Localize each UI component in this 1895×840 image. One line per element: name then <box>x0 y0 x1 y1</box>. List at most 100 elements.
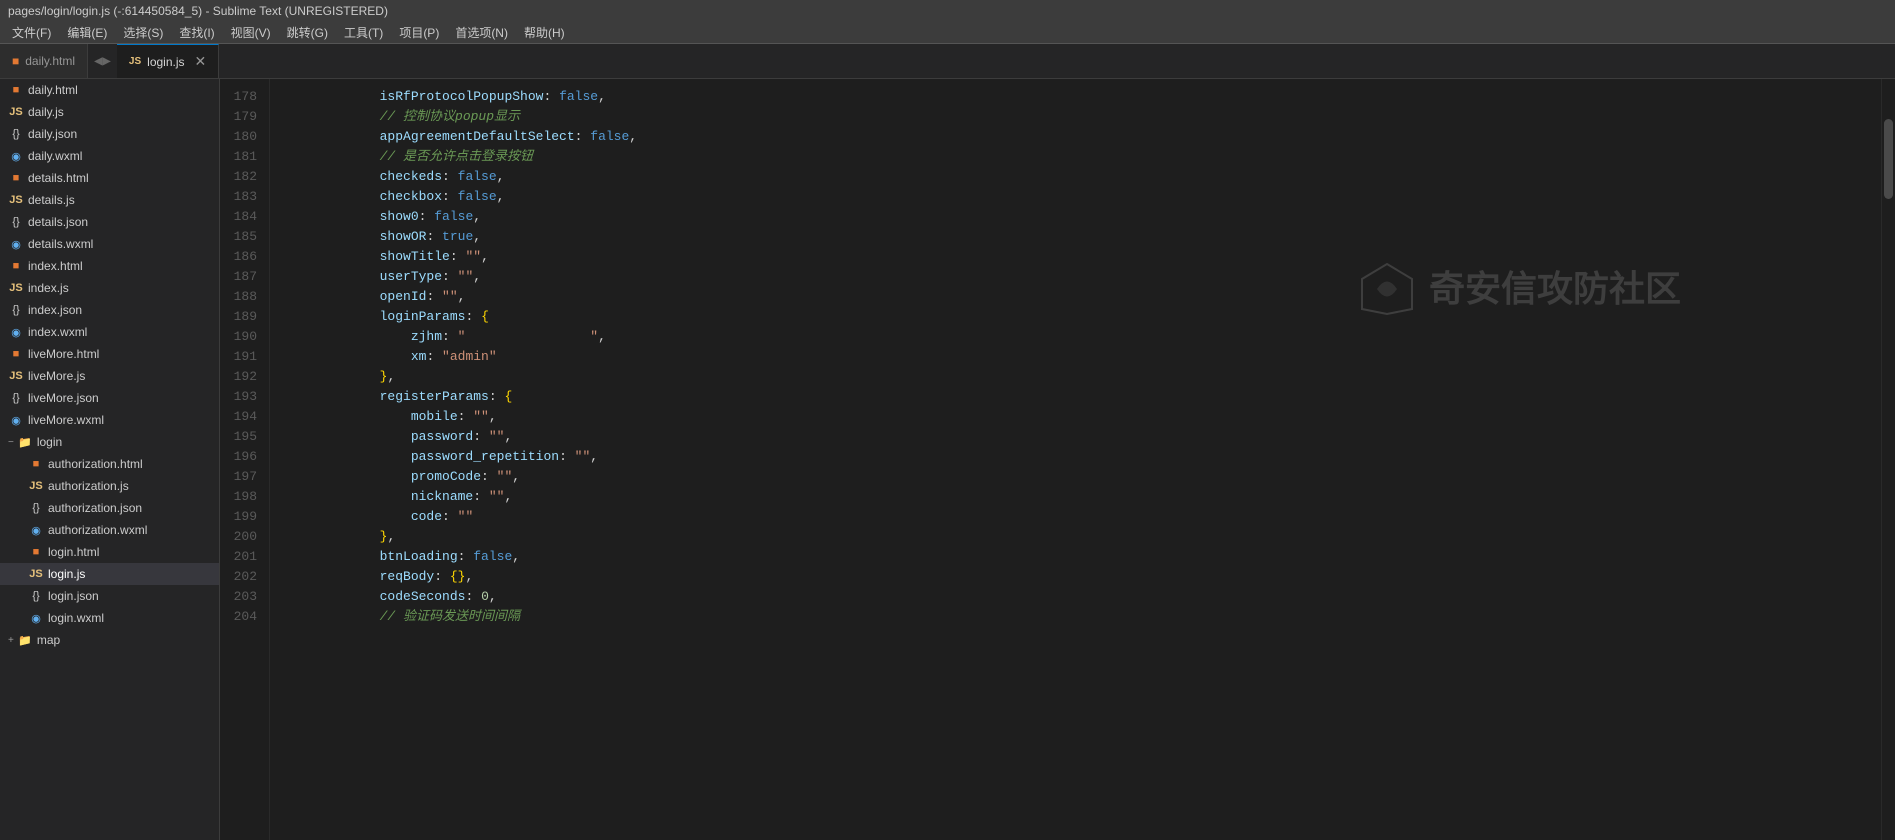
token-kw-punct: : <box>465 587 481 607</box>
tab-close-button[interactable]: ✕ <box>195 53 207 70</box>
sidebar-item-authorization-wxml[interactable]: ◉ authorization.wxml <box>0 519 219 541</box>
token-kw-punct: , <box>512 467 520 487</box>
token-kw-key: code <box>411 507 442 527</box>
sidebar-item-authorization-html[interactable]: ■ authorization.html <box>0 453 219 475</box>
token-kw-punct: , <box>504 487 512 507</box>
code-line-183: checkbox: false, <box>286 187 1865 207</box>
token-indent <box>286 347 411 367</box>
tab-label-daily-html: daily.html <box>25 54 75 68</box>
token-indent <box>286 227 380 247</box>
scrollbar[interactable] <box>1881 79 1895 840</box>
token-kw-key: registerParams <box>380 387 489 407</box>
menu-goto[interactable]: 跳转(G) <box>279 24 336 41</box>
sidebar-item-livemore-wxml[interactable]: ◉ liveMore.wxml <box>0 409 219 431</box>
sidebar-item-index-json[interactable]: {} index.json <box>0 299 219 321</box>
token-kw-key: loginParams <box>380 307 466 327</box>
token-kw-bool: false <box>559 87 598 107</box>
js-file-icon: JS <box>28 478 44 494</box>
menu-edit[interactable]: 编辑(E) <box>59 24 115 41</box>
token-kw-key: showOR <box>380 227 427 247</box>
wxml-file-icon: ◉ <box>28 522 44 538</box>
token-kw-brace: } <box>380 367 388 387</box>
code-line-187: userType: "", <box>286 267 1865 287</box>
sidebar-item-details-json[interactable]: {} details.json <box>0 211 219 233</box>
menu-help[interactable]: 帮助(H) <box>516 24 573 41</box>
menu-view[interactable]: 视图(V) <box>223 24 279 41</box>
menu-find[interactable]: 查找(I) <box>171 24 222 41</box>
sidebar-label: authorization.html <box>48 457 143 471</box>
token-kw-punct: , <box>497 187 505 207</box>
token-kw-key: codeSeconds <box>380 587 466 607</box>
sidebar-item-login-json[interactable]: {} login.json <box>0 585 219 607</box>
sidebar-folder-map[interactable]: + 📁 map <box>0 629 219 651</box>
sidebar-item-daily-html[interactable]: ■ daily.html <box>0 79 219 101</box>
sidebar-label: login.html <box>48 545 99 559</box>
sidebar-item-daily-wxml[interactable]: ◉ daily.wxml <box>0 145 219 167</box>
sidebar-item-livemore-json[interactable]: {} liveMore.json <box>0 387 219 409</box>
sidebar-item-authorization-js[interactable]: JS authorization.js <box>0 475 219 497</box>
sidebar-item-details-html[interactable]: ■ details.html <box>0 167 219 189</box>
title-bar: pages/login/login.js (-:614450584_5) - S… <box>0 0 1895 22</box>
token-indent <box>286 367 380 387</box>
token-indent <box>286 207 380 227</box>
token-kw-key: zjhm <box>411 327 442 347</box>
sidebar-item-livemore-js[interactable]: JS liveMore.js <box>0 365 219 387</box>
tab-nav-arrows[interactable]: ◀▶ <box>88 44 117 78</box>
token-kw-string: "" <box>489 487 505 507</box>
token-kw-key: btnLoading <box>380 547 458 567</box>
token-kw-punct: : <box>442 267 458 287</box>
sidebar-item-login-js[interactable]: JS login.js <box>0 563 219 585</box>
menu-project[interactable]: 项目(P) <box>391 24 447 41</box>
token-kw-punct: : <box>543 87 559 107</box>
main-layout: ■ daily.html JS daily.js {} daily.json ◉… <box>0 79 1895 840</box>
token-kw-punct: : <box>473 427 489 447</box>
token-kw-punct: : <box>419 207 435 227</box>
scrollbar-thumb[interactable] <box>1884 119 1893 199</box>
token-kw-punct: , <box>481 247 489 267</box>
tab-login-js[interactable]: JS login.js ✕ <box>117 44 219 78</box>
code-content[interactable]: 奇安信攻防社区 isRfProtocolPopupShow: false, //… <box>270 79 1881 840</box>
code-line-199: code: "" <box>286 507 1865 527</box>
token-kw-key: xm <box>411 347 427 367</box>
sidebar-item-index-js[interactable]: JS index.js <box>0 277 219 299</box>
tab-bar: ■ daily.html ◀▶ JS login.js ✕ <box>0 44 1895 79</box>
token-kw-comment: // 是否允许点击登录按钮 <box>380 147 533 167</box>
sidebar-label: login.js <box>48 567 85 581</box>
sidebar-item-index-html[interactable]: ■ index.html <box>0 255 219 277</box>
token-kw-punct: : <box>426 227 442 247</box>
js-icon: JS <box>129 56 141 67</box>
token-kw-bool: false <box>434 207 473 227</box>
sidebar-label: liveMore.json <box>28 391 99 405</box>
sidebar-item-authorization-json[interactable]: {} authorization.json <box>0 497 219 519</box>
sidebar-item-daily-json[interactable]: {} daily.json <box>0 123 219 145</box>
sidebar-item-daily-js[interactable]: JS daily.js <box>0 101 219 123</box>
sidebar-item-index-wxml[interactable]: ◉ index.wxml <box>0 321 219 343</box>
html-file-icon: ■ <box>8 82 24 98</box>
token-kw-key: appAgreementDefaultSelect <box>380 127 575 147</box>
sidebar-item-login-wxml[interactable]: ◉ login.wxml <box>0 607 219 629</box>
token-indent <box>286 107 380 127</box>
sidebar-folder-login[interactable]: − 📁 login <box>0 431 219 453</box>
menu-file[interactable]: 文件(F) <box>4 24 59 41</box>
js-file-icon: JS <box>8 192 24 208</box>
sidebar-label: authorization.js <box>48 479 129 493</box>
tab-label-login-js: login.js <box>147 55 184 69</box>
sidebar-label: details.js <box>28 193 75 207</box>
token-kw-key: mobile <box>411 407 458 427</box>
sidebar-label: index.wxml <box>28 325 87 339</box>
sidebar-item-livemore-html[interactable]: ■ liveMore.html <box>0 343 219 365</box>
tab-daily-html[interactable]: ■ daily.html <box>0 44 88 78</box>
sidebar-item-details-wxml[interactable]: ◉ details.wxml <box>0 233 219 255</box>
menu-tools[interactable]: 工具(T) <box>336 24 391 41</box>
menu-select[interactable]: 选择(S) <box>115 24 171 41</box>
token-kw-punct: : <box>458 407 474 427</box>
token-kw-punct: , <box>465 567 473 587</box>
token-kw-punct: , <box>387 527 395 547</box>
menu-preferences[interactable]: 首选项(N) <box>447 24 516 41</box>
token-kw-string: "" <box>489 427 505 447</box>
code-line-179: // 控制协议popup显示 <box>286 107 1865 127</box>
sidebar-label: details.wxml <box>28 237 93 251</box>
sidebar-item-login-html[interactable]: ■ login.html <box>0 541 219 563</box>
sidebar-item-details-js[interactable]: JS details.js <box>0 189 219 211</box>
wxml-file-icon: ◉ <box>8 148 24 164</box>
